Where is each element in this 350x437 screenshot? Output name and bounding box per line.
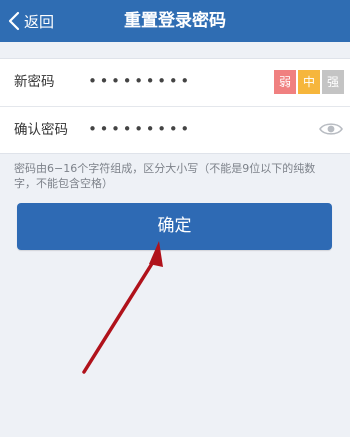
annotation-arrow xyxy=(82,241,163,374)
